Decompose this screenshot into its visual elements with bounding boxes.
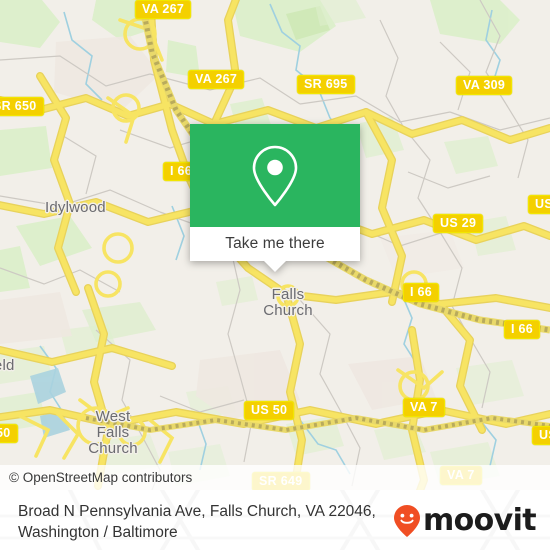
bottom-info-bar: Broad N Pennsylvania Ave, Falls Church, … xyxy=(0,490,550,550)
osm-attribution[interactable]: © OpenStreetMap contributors xyxy=(0,465,550,490)
moovit-pin-icon xyxy=(393,505,420,537)
shield-sr-650[interactable]: SR 650 xyxy=(0,97,44,116)
address-line-2: Washington / Baltimore xyxy=(18,524,178,541)
address-line-1: Broad N Pennsylvania Ave, Falls Church, … xyxy=(18,503,376,520)
shield-us-50-left[interactable]: 50 xyxy=(0,424,18,443)
map-canvas[interactable]: Idylwood Falls Church West Falls Church … xyxy=(0,0,550,490)
popup-pointer-tail xyxy=(263,260,287,272)
shield-va-309[interactable]: VA 309 xyxy=(456,76,513,95)
shield-us-right-top[interactable]: US xyxy=(528,195,550,214)
popup-footer[interactable]: Take me there xyxy=(190,227,360,261)
shield-va-267-top[interactable]: VA 267 xyxy=(135,0,192,19)
shield-i-66-center[interactable]: I 66 xyxy=(403,283,440,302)
popup-header xyxy=(190,124,360,227)
moovit-wordmark: moovit xyxy=(422,503,537,538)
moovit-logo[interactable]: moovit xyxy=(392,503,537,538)
shield-va-267-mid[interactable]: VA 267 xyxy=(188,70,245,89)
shield-us-29[interactable]: US 29 xyxy=(433,214,484,233)
shield-i-66-right[interactable]: I 66 xyxy=(504,320,541,339)
take-me-there-popup[interactable]: Take me there xyxy=(190,124,360,272)
take-me-there-label: Take me there xyxy=(225,235,325,252)
shield-us-50-center[interactable]: US 50 xyxy=(244,401,295,420)
moovit-map-screenshot: Idylwood Falls Church West Falls Church … xyxy=(0,0,550,550)
map-pin-icon xyxy=(252,145,298,206)
shield-va-7-upper[interactable]: VA 7 xyxy=(403,398,445,417)
shield-sr-695[interactable]: SR 695 xyxy=(297,75,355,94)
shield-us-right-low[interactable]: US xyxy=(532,426,550,445)
address-block: Broad N Pennsylvania Ave, Falls Church, … xyxy=(18,501,408,543)
